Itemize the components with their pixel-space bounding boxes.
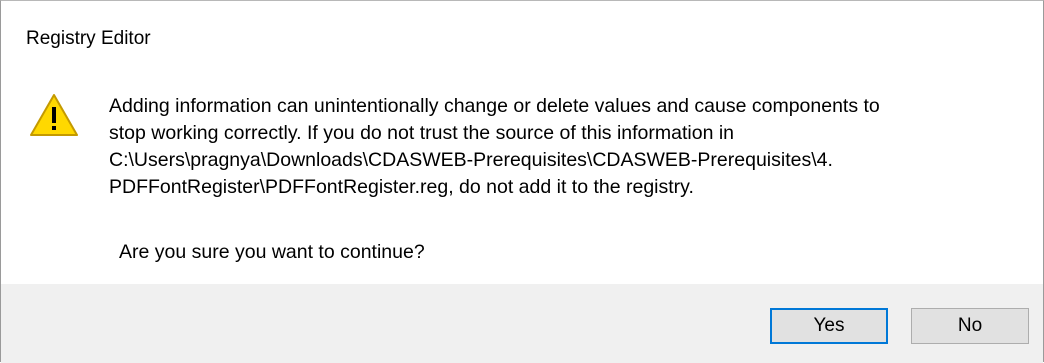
dialog-button-bar: Yes No <box>1 284 1043 363</box>
warning-message: Adding information can unintentionally c… <box>109 95 880 198</box>
dialog-title: Registry Editor <box>26 28 151 49</box>
dialog-title-bar[interactable]: Registry Editor <box>1 1 1043 81</box>
no-button[interactable]: No <box>911 308 1029 344</box>
registry-editor-dialog: Registry Editor Adding information can u… <box>0 0 1044 363</box>
dialog-content: Adding information can unintentionally c… <box>1 81 1043 281</box>
yes-button[interactable]: Yes <box>770 308 888 344</box>
confirmation-question: Are you sure you want to continue? <box>119 241 425 263</box>
warning-icon <box>30 94 78 136</box>
